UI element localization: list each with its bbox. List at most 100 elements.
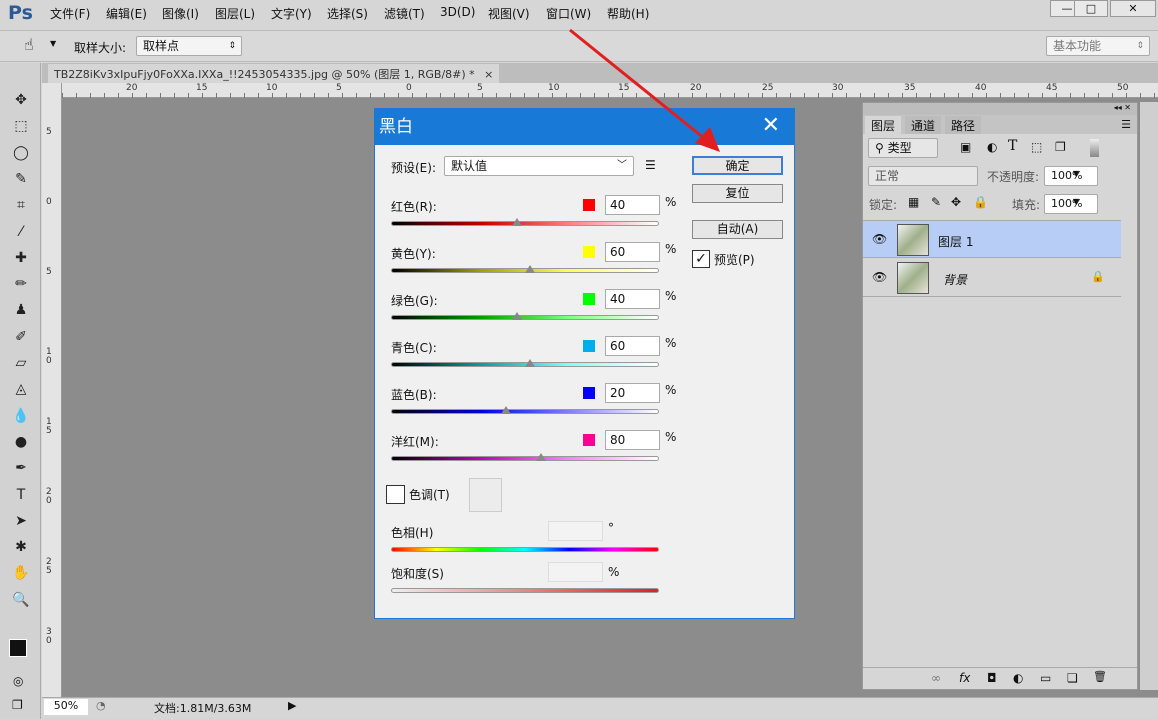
adjustment-filter-icon[interactable]: ◐: [987, 140, 997, 154]
add-mask-icon[interactable]: ◘: [987, 671, 997, 685]
layer-row-layer1[interactable]: 👁 图层 1: [863, 220, 1121, 258]
slider-value-input[interactable]: 40: [605, 195, 660, 215]
color-slider-track[interactable]: [391, 315, 659, 320]
screen-mode-icon[interactable]: ❐: [12, 698, 23, 712]
lock-all-icon[interactable]: 🔒: [973, 195, 988, 209]
group-folder-icon[interactable]: ▭: [1040, 671, 1051, 685]
layer-row-background[interactable]: 👁 背景 🔒: [863, 259, 1121, 297]
lock-position-icon[interactable]: ✥: [951, 195, 961, 209]
menu-view[interactable]: 视图(V): [488, 5, 530, 22]
menu-filter[interactable]: 滤镜(T): [384, 5, 425, 22]
fill-input[interactable]: 100%: [1044, 194, 1098, 214]
brush-tool-icon[interactable]: ✏: [10, 276, 32, 296]
tint-checkbox[interactable]: [386, 485, 405, 504]
foreground-color-swatch[interactable]: [9, 639, 27, 657]
image-filter-icon[interactable]: ▣: [960, 140, 971, 154]
slider-thumb[interactable]: [511, 312, 522, 320]
hand-tool-icon[interactable]: ✋: [10, 565, 32, 585]
lock-image-icon[interactable]: ✎: [931, 195, 941, 209]
smart-object-filter-icon[interactable]: ❐: [1055, 140, 1066, 154]
pen-tool-icon[interactable]: ✒: [10, 460, 32, 480]
color-slider-track[interactable]: [391, 409, 659, 414]
link-layers-icon[interactable]: ∞: [931, 671, 941, 685]
eyedropper-tool-icon[interactable]: ⁄: [10, 224, 32, 244]
maximize-button[interactable]: □: [1074, 0, 1108, 17]
reset-button[interactable]: 复位: [692, 184, 783, 203]
menu-layer[interactable]: 图层(L): [215, 5, 255, 22]
close-window-button[interactable]: ✕: [1110, 0, 1156, 17]
tab-layers[interactable]: 图层: [865, 116, 902, 134]
menu-file[interactable]: 文件(F): [50, 5, 90, 22]
move-tool-icon[interactable]: ✥: [10, 92, 32, 112]
ruler-tick-label: 5: [46, 267, 52, 277]
lock-transparent-icon[interactable]: ▦: [908, 195, 919, 209]
sample-size-select[interactable]: 取样点 ⇕: [136, 36, 242, 56]
shape-filter-icon[interactable]: ⬚: [1031, 140, 1042, 154]
tab-channels[interactable]: 通道: [905, 116, 942, 134]
visibility-eye-icon[interactable]: 👁: [872, 232, 887, 246]
dodge-tool-icon[interactable]: ●: [10, 434, 32, 454]
blend-mode-select[interactable]: 正常: [868, 166, 978, 186]
visibility-eye-icon[interactable]: 👁: [872, 270, 887, 284]
paint-bucket-tool-icon[interactable]: ◬: [10, 381, 32, 401]
slider-value-input[interactable]: 20: [605, 383, 660, 403]
menu-image[interactable]: 图像(I): [162, 5, 199, 22]
slider-value-input[interactable]: 40: [605, 289, 660, 309]
history-brush-tool-icon[interactable]: ✐: [10, 329, 32, 349]
ruler-tick-label: 5: [46, 127, 52, 137]
path-select-tool-icon[interactable]: ➤: [10, 513, 32, 533]
opacity-input[interactable]: 100%: [1044, 166, 1098, 186]
slider-value-input[interactable]: 60: [605, 242, 660, 262]
type-tool-icon[interactable]: T: [10, 487, 32, 507]
color-slider-track[interactable]: [391, 221, 659, 226]
panel-menu-icon[interactable]: ☰: [1121, 118, 1131, 131]
filter-toggle[interactable]: [1090, 139, 1099, 157]
menu-type[interactable]: 文字(Y): [271, 5, 312, 22]
opacity-dropdown-icon[interactable]: ▼: [1073, 169, 1079, 178]
hand-tool-icon[interactable]: ☝: [24, 35, 34, 54]
adjustment-layer-icon[interactable]: ◐: [1013, 671, 1023, 685]
quick-select-tool-icon[interactable]: ✎: [10, 171, 32, 191]
status-menu-arrow-icon[interactable]: ▶: [288, 699, 296, 712]
slider-thumb[interactable]: [525, 359, 536, 367]
status-info-icon[interactable]: ◔: [96, 699, 106, 712]
lasso-tool-icon[interactable]: ◯: [10, 145, 32, 165]
type-filter-icon[interactable]: T: [1008, 138, 1017, 154]
preview-checkbox[interactable]: ✓: [692, 250, 710, 268]
color-slider-track[interactable]: [391, 456, 659, 461]
eraser-tool-icon[interactable]: ▱: [10, 355, 32, 375]
slider-thumb[interactable]: [525, 265, 536, 273]
clone-stamp-tool-icon[interactable]: ♟: [10, 302, 32, 322]
fill-dropdown-icon[interactable]: ▼: [1073, 197, 1079, 206]
shape-tool-icon[interactable]: ✱: [10, 539, 32, 559]
new-layer-icon[interactable]: ❏: [1067, 671, 1078, 685]
filter-type-select[interactable]: ⚲ 类型: [868, 138, 938, 158]
slider-thumb[interactable]: [501, 406, 512, 414]
tool-preset-dropdown-icon[interactable]: ▼: [50, 39, 56, 48]
menu-edit[interactable]: 编辑(E): [106, 5, 147, 22]
menu-window[interactable]: 窗口(W): [546, 5, 591, 22]
slider-value-input[interactable]: 60: [605, 336, 660, 356]
auto-button[interactable]: 自动(A): [692, 220, 783, 239]
menu-select[interactable]: 选择(S): [327, 5, 368, 22]
blur-tool-icon[interactable]: 💧: [10, 408, 32, 428]
dialog-close-button[interactable]: ✕: [762, 113, 780, 138]
slider-value-input[interactable]: 80: [605, 430, 660, 450]
delete-layer-icon[interactable]: 🗑: [1093, 670, 1107, 683]
workspace-select[interactable]: 基本功能 ⇕: [1046, 36, 1150, 56]
crop-tool-icon[interactable]: ⌗: [10, 197, 32, 217]
menu-3d[interactable]: 3D(D): [440, 5, 475, 19]
quick-mask-icon[interactable]: ◎: [13, 674, 23, 688]
zoom-tool-icon[interactable]: 🔍: [10, 592, 32, 612]
slider-thumb[interactable]: [511, 218, 522, 226]
fx-icon[interactable]: fx: [959, 671, 970, 685]
healing-brush-tool-icon[interactable]: ✚: [10, 250, 32, 270]
tab-paths[interactable]: 路径: [945, 116, 982, 134]
slider-thumb[interactable]: [536, 453, 547, 461]
marquee-tool-icon[interactable]: ⬚: [10, 118, 32, 138]
preset-options-icon[interactable]: ☰: [645, 158, 656, 172]
menu-help[interactable]: 帮助(H): [607, 5, 649, 22]
document-tab[interactable]: TB2Z8iKv3xIpuFjy0FoXXa.IXXa_!!2453054335…: [48, 64, 500, 83]
zoom-field[interactable]: 50%: [44, 699, 88, 715]
close-tab-icon[interactable]: ×: [484, 68, 493, 81]
